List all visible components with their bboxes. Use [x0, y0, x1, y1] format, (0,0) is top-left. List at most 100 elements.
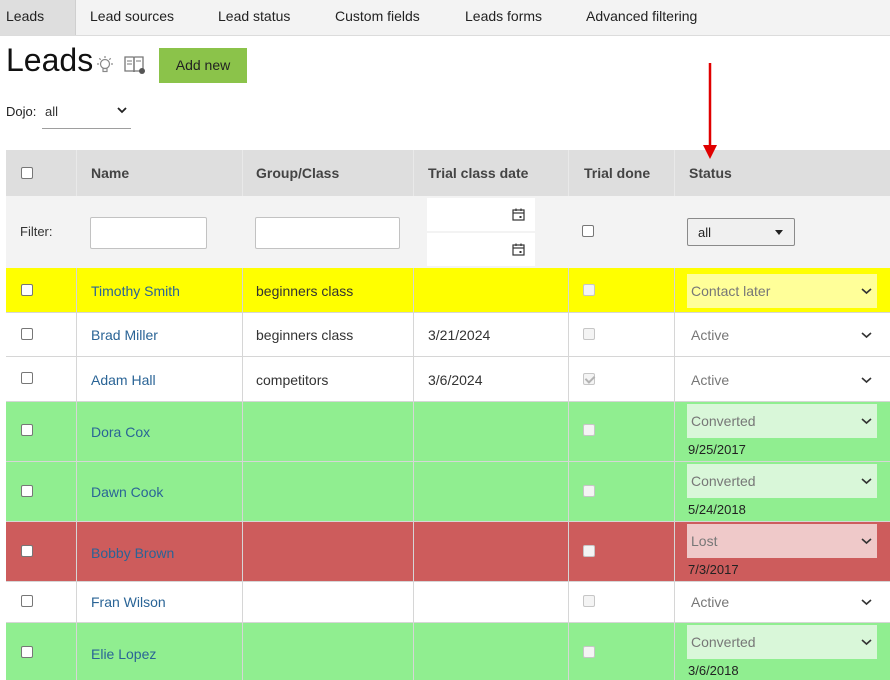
trial-date-cell: 3/6/2024: [428, 372, 483, 388]
status-select[interactable]: Converted: [687, 404, 877, 438]
column-header-trial-date[interactable]: Trial class date: [428, 165, 528, 181]
status-select[interactable]: Active: [687, 318, 877, 352]
chevron-down-icon: [861, 538, 872, 545]
table-row: Timothy Smith beginners class Contact la…: [6, 268, 890, 313]
trial-date-from-input[interactable]: [427, 198, 535, 231]
status-value: Lost: [691, 533, 718, 549]
column-header-status[interactable]: Status: [689, 165, 732, 181]
chevron-down-icon: [861, 418, 872, 425]
column-header-name[interactable]: Name: [91, 165, 129, 181]
lead-name-link[interactable]: Adam Hall: [91, 372, 156, 388]
row-checkbox[interactable]: [21, 545, 33, 557]
dojo-select[interactable]: all: [42, 97, 131, 129]
dojo-select-value: all: [45, 104, 59, 119]
tab-advanced-filtering[interactable]: Advanced filtering: [586, 0, 697, 35]
status-value: Converted: [691, 473, 756, 489]
column-header-trial-done[interactable]: Trial done: [584, 165, 650, 181]
group-filter-input[interactable]: [255, 217, 400, 249]
tab-lead-status[interactable]: Lead status: [218, 0, 290, 35]
status-select[interactable]: Contact later: [687, 274, 877, 308]
chevron-down-icon: [117, 107, 127, 114]
table-row: Dora Cox Converted 9/25/2017: [6, 402, 890, 462]
lead-name-link[interactable]: Bobby Brown: [91, 545, 174, 561]
lead-name-link[interactable]: Fran Wilson: [91, 594, 166, 610]
dropdown-arrow-icon: [775, 230, 783, 235]
status-select[interactable]: Active: [687, 363, 877, 397]
lightbulb-icon[interactable]: [95, 55, 115, 75]
lead-name-link[interactable]: Dawn Cook: [91, 484, 163, 500]
status-value: Converted: [691, 413, 756, 429]
calendar-icon[interactable]: [512, 243, 525, 256]
lead-name-link[interactable]: Timothy Smith: [91, 283, 180, 299]
group-cell: beginners class: [256, 283, 354, 299]
status-select[interactable]: Lost: [687, 524, 877, 558]
select-all-checkbox[interactable]: [21, 167, 33, 179]
status-select[interactable]: Converted: [687, 464, 877, 498]
group-cell: beginners class: [256, 327, 354, 343]
trial-done-checkbox: [583, 485, 595, 497]
group-cell: competitors: [256, 372, 329, 388]
status-date: 7/3/2017: [688, 562, 739, 577]
filter-row: Filter: all: [6, 196, 890, 268]
row-checkbox[interactable]: [21, 328, 33, 340]
chevron-down-icon: [861, 332, 872, 339]
status-value: Active: [691, 594, 730, 610]
trial-done-checkbox: [583, 424, 595, 436]
trial-date-to-input[interactable]: [427, 233, 535, 266]
table-row: Dawn Cook Converted 5/24/2018: [6, 462, 890, 522]
row-checkbox[interactable]: [21, 372, 33, 384]
trial-done-checkbox: [583, 595, 595, 607]
status-select[interactable]: Converted: [687, 625, 877, 659]
trial-done-checkbox: [583, 545, 595, 557]
status-value: Contact later: [691, 283, 771, 299]
tab-leads[interactable]: Leads: [0, 0, 76, 35]
status-value: Active: [691, 327, 730, 343]
status-select[interactable]: Active: [687, 585, 877, 619]
table-row: Bobby Brown Lost 7/3/2017: [6, 522, 890, 582]
tab-bar: Leads Lead sources Lead status Custom fi…: [0, 0, 890, 36]
chevron-down-icon: [861, 288, 872, 295]
status-value: Active: [691, 372, 730, 388]
trial-done-checkbox: [583, 328, 595, 340]
row-checkbox[interactable]: [21, 595, 33, 607]
tab-custom-fields[interactable]: Custom fields: [335, 0, 420, 35]
chevron-down-icon: [861, 639, 872, 646]
book-icon[interactable]: [123, 54, 147, 76]
calendar-icon[interactable]: [512, 208, 525, 221]
row-checkbox[interactable]: [21, 485, 33, 497]
trial-done-checkbox: [583, 373, 595, 385]
lead-name-link[interactable]: Elie Lopez: [91, 646, 156, 662]
trial-done-filter-checkbox[interactable]: [582, 225, 594, 237]
trial-done-checkbox: [583, 284, 595, 296]
annotation-arrow-icon: [703, 63, 717, 159]
table-header: Name Group/Class Trial class date Trial …: [6, 150, 890, 196]
table-row: Fran Wilson Active: [6, 582, 890, 623]
status-filter-select[interactable]: all: [687, 218, 795, 246]
page-title: Leads: [6, 42, 94, 78]
dojo-label: Dojo:: [6, 104, 37, 119]
trial-date-cell: 3/21/2024: [428, 327, 491, 343]
tab-leads-forms[interactable]: Leads forms: [465, 0, 542, 35]
chevron-down-icon: [861, 599, 872, 606]
trial-done-checkbox: [583, 646, 595, 658]
status-value: Converted: [691, 634, 756, 650]
filter-label: Filter:: [20, 224, 53, 239]
row-checkbox[interactable]: [21, 646, 33, 658]
tab-lead-sources[interactable]: Lead sources: [90, 0, 174, 35]
table-row: Brad Miller beginners class 3/21/2024 Ac…: [6, 313, 890, 357]
status-date: 9/25/2017: [688, 442, 746, 457]
status-date: 5/24/2018: [688, 502, 746, 517]
lead-name-link[interactable]: Brad Miller: [91, 327, 158, 343]
column-header-group[interactable]: Group/Class: [256, 165, 339, 181]
chevron-down-icon: [861, 478, 872, 485]
lead-name-link[interactable]: Dora Cox: [91, 424, 150, 440]
name-filter-input[interactable]: [90, 217, 207, 249]
add-new-button[interactable]: Add new: [159, 48, 247, 83]
table-row: Adam Hall competitors 3/6/2024 Active: [6, 357, 890, 402]
status-filter-value: all: [698, 225, 712, 240]
row-checkbox[interactable]: [21, 284, 33, 296]
table-row: Elie Lopez Converted 3/6/2018: [6, 623, 890, 680]
row-checkbox[interactable]: [21, 424, 33, 436]
chevron-down-icon: [861, 377, 872, 384]
status-date: 3/6/2018: [688, 663, 739, 678]
